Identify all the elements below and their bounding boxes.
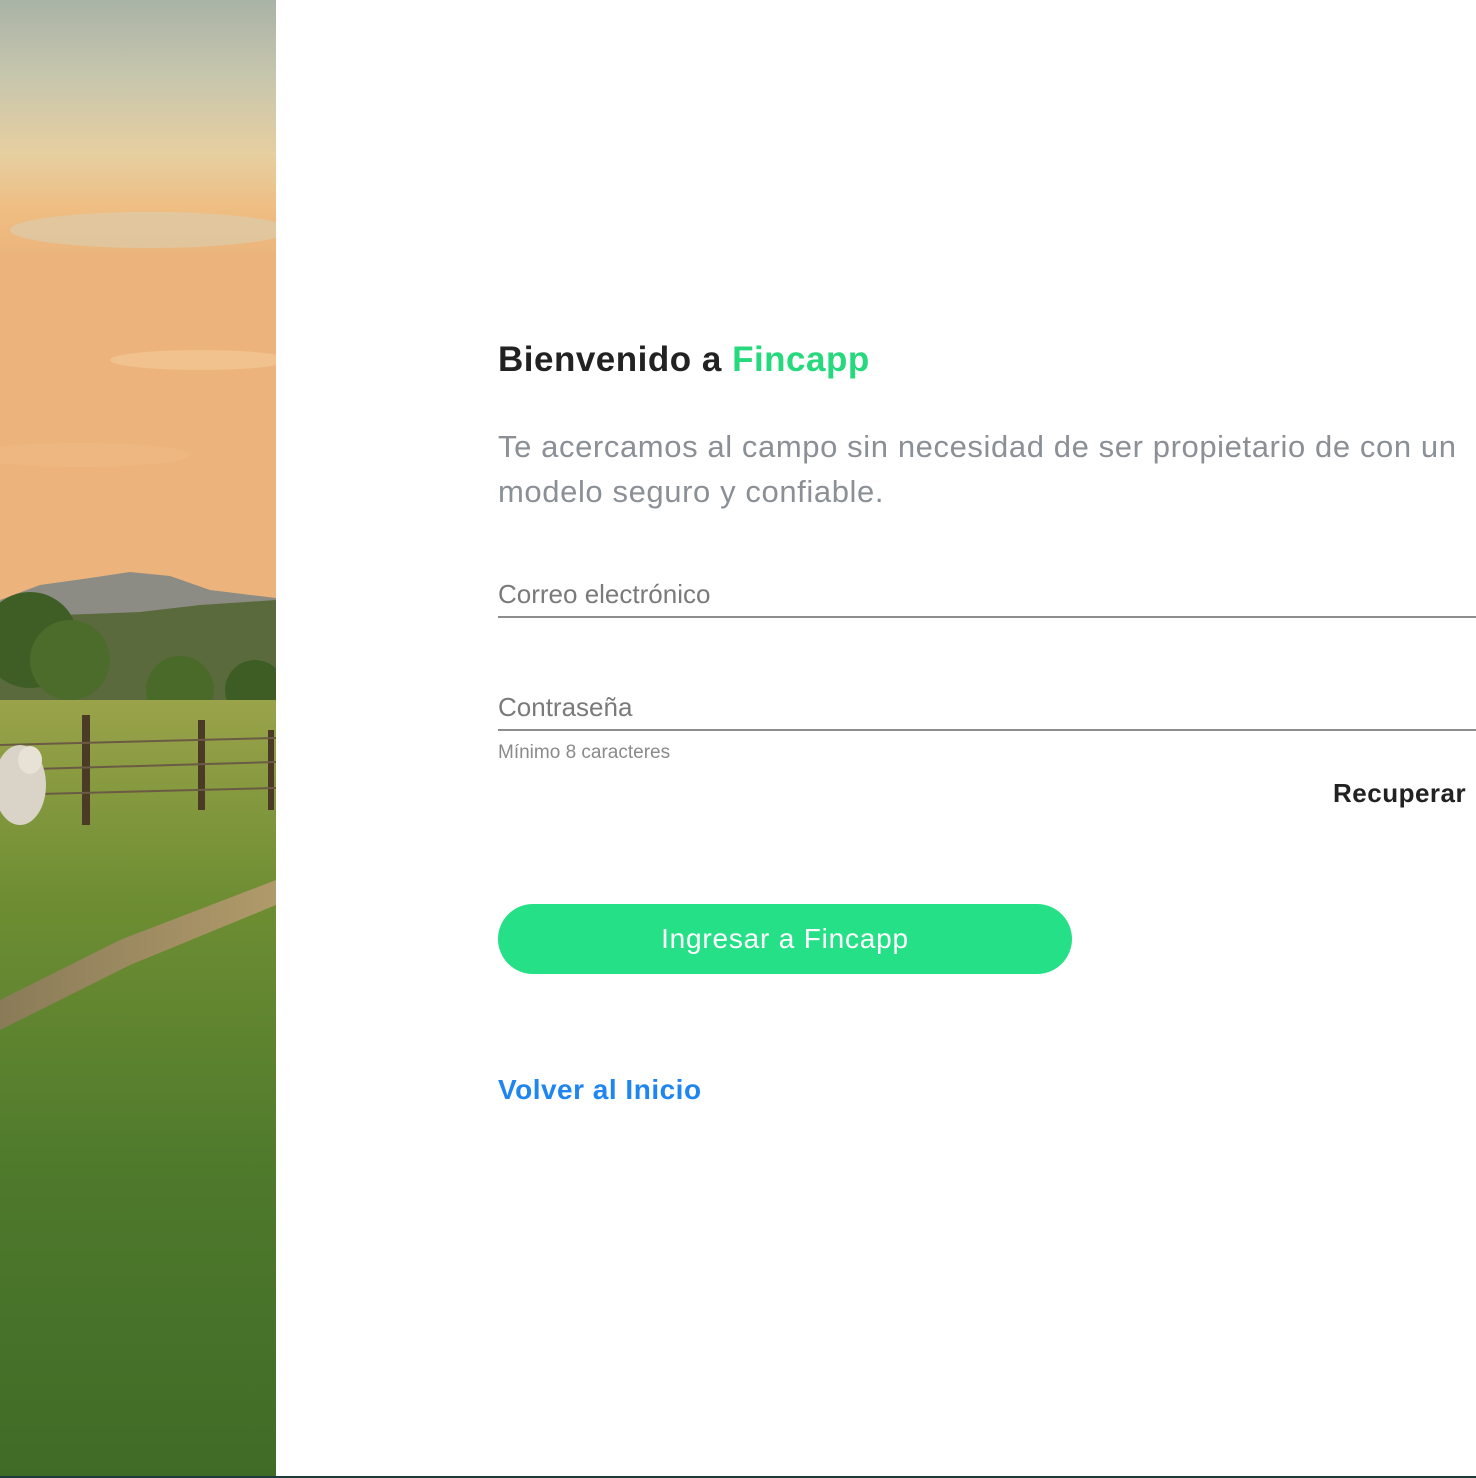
email-field[interactable] bbox=[498, 572, 1476, 618]
page-subtitle: Te acercamos al campo sin necesidad de s… bbox=[498, 429, 1457, 509]
brand-name: Fincapp bbox=[732, 340, 870, 379]
login-page: Bienvenido a Fincapp Te acercamos al cam… bbox=[0, 0, 1476, 1478]
login-button[interactable]: Ingresar a Fincapp bbox=[498, 904, 1072, 974]
page-title: Bienvenido a Fincapp bbox=[498, 340, 870, 380]
back-to-home-link[interactable]: Volver al Inicio bbox=[498, 1074, 702, 1106]
landscape-photo bbox=[0, 0, 276, 1476]
password-field[interactable] bbox=[498, 685, 1476, 731]
login-form-area: Bienvenido a Fincapp Te acercamos al cam… bbox=[498, 0, 1476, 1476]
password-hint: Mínimo 8 caracteres bbox=[498, 742, 671, 763]
title-prefix: Bienvenido a bbox=[498, 340, 722, 379]
recover-password-link[interactable]: Recuperar bbox=[1333, 778, 1466, 809]
